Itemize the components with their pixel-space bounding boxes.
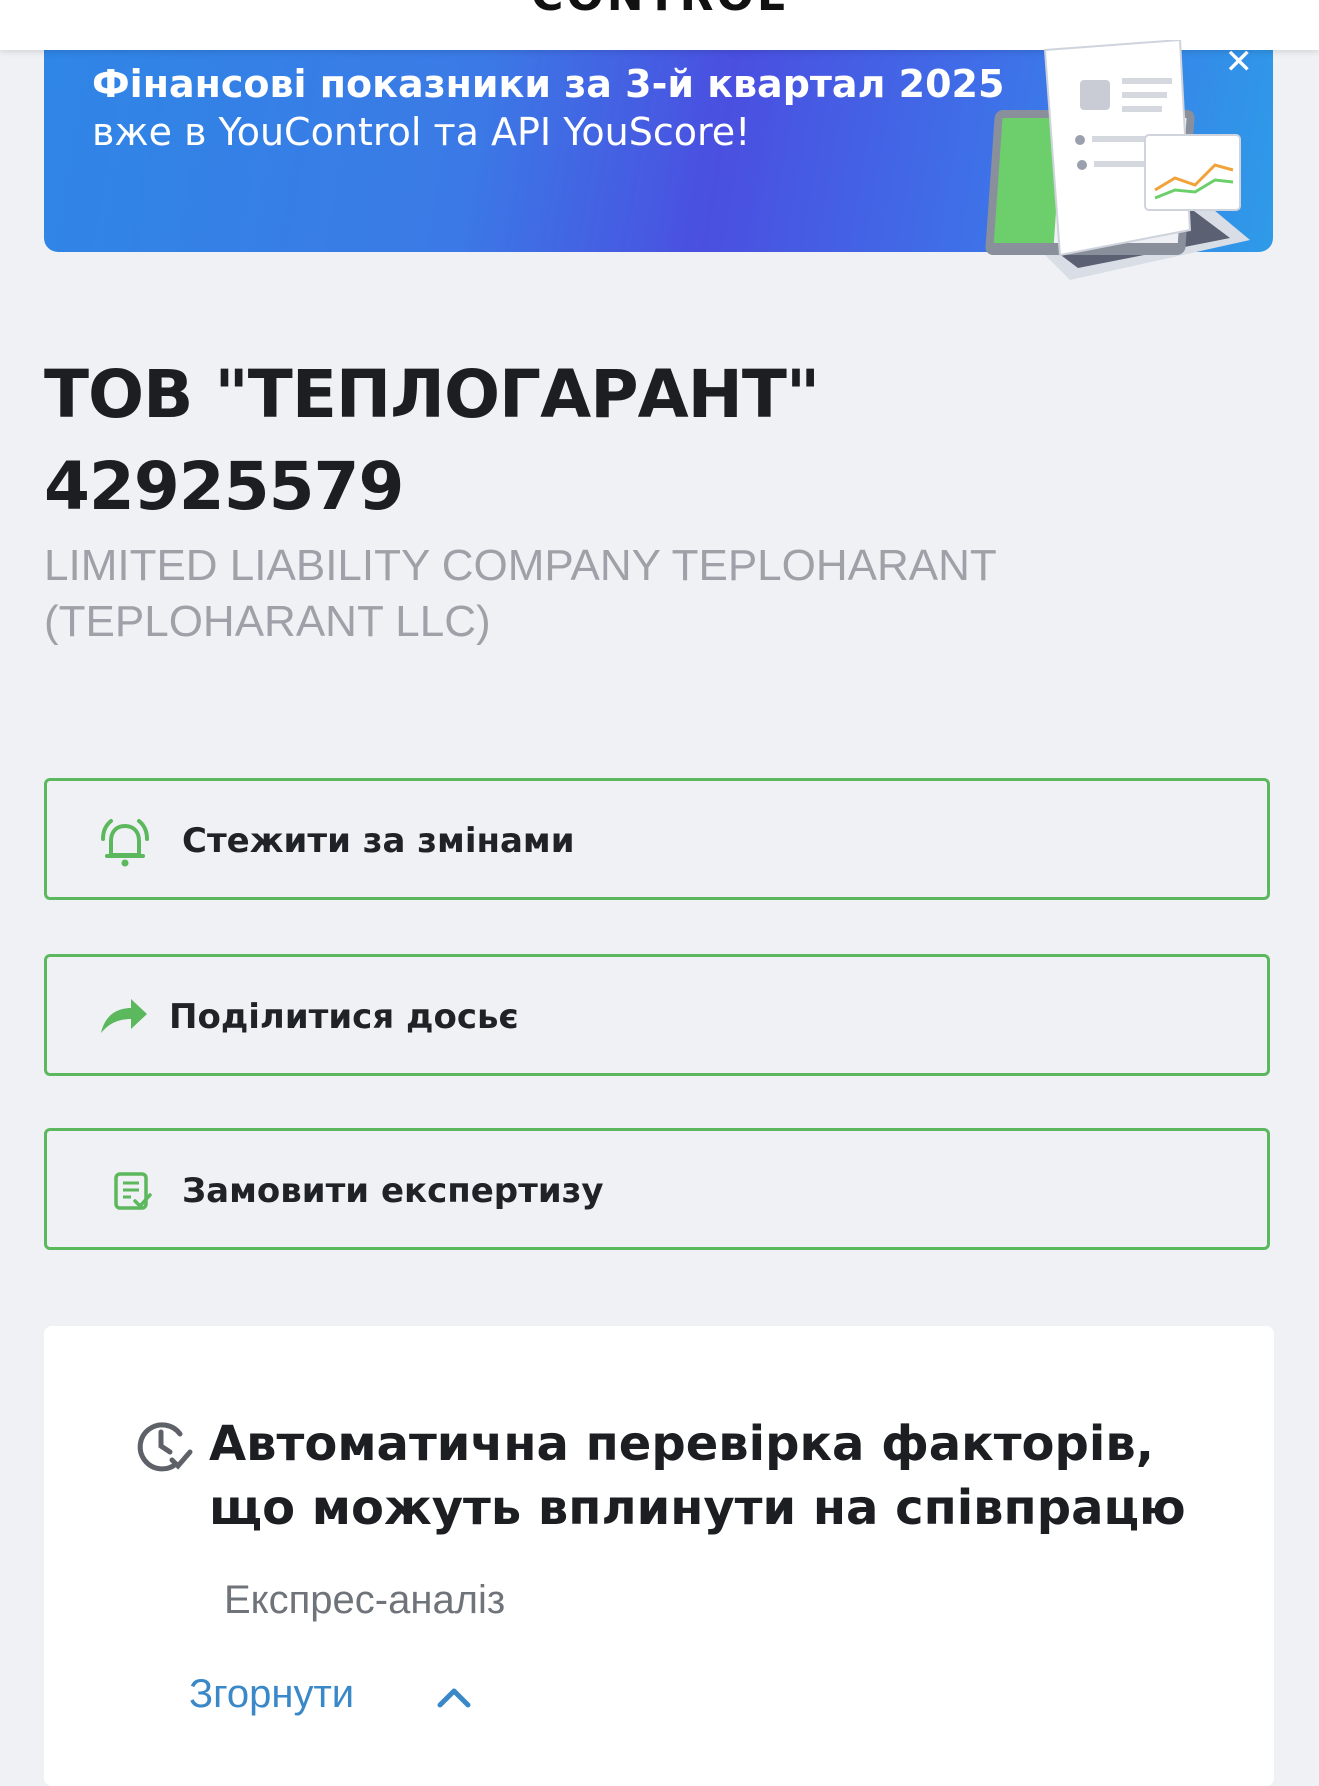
order-expertise-label: Замовити експертизу bbox=[182, 1171, 604, 1211]
company-english-name: LIMITED LIABILITY COMPANY TEPLOHARANT (T… bbox=[44, 541, 996, 646]
share-arrow-icon bbox=[101, 999, 147, 1033]
card-subtitle: Експрес-аналіз bbox=[224, 1578, 506, 1622]
clock-check-icon bbox=[137, 1422, 193, 1472]
company-code: 42925579 bbox=[44, 448, 404, 525]
express-check-card: Автоматична перевірка факторів, що можут… bbox=[44, 1326, 1274, 1786]
follow-changes-label: Стежити за змінами bbox=[182, 821, 575, 861]
banner-line-1: Фінансові показники за 3-й квартал 2025 bbox=[92, 62, 1005, 106]
chevron-up-icon[interactable] bbox=[437, 1686, 471, 1708]
order-expertise-button[interactable]: Замовити експертизу bbox=[44, 1128, 1270, 1250]
bell-icon bbox=[101, 819, 149, 867]
share-dossier-label: Поділитися досьє bbox=[169, 997, 519, 1037]
follow-changes-button[interactable]: Стежити за змінами bbox=[44, 778, 1270, 900]
banner-line-2: вже в YouControl та API YouScore! bbox=[92, 110, 751, 154]
company-name: ТОВ "ТЕПЛОГАРАНТ" bbox=[44, 356, 820, 433]
card-title: Автоматична перевірка факторів, що можут… bbox=[209, 1416, 1186, 1536]
share-dossier-button[interactable]: Поділитися досьє bbox=[44, 954, 1270, 1076]
collapse-link[interactable]: Згорнути bbox=[189, 1672, 354, 1717]
banner-text: Фінансові показники за 3-й квартал 2025 … bbox=[92, 60, 1004, 156]
laptop-report-illustration bbox=[985, 40, 1250, 280]
logo[interactable]: CONTROL bbox=[0, 0, 1319, 21]
document-check-icon bbox=[114, 1172, 152, 1210]
